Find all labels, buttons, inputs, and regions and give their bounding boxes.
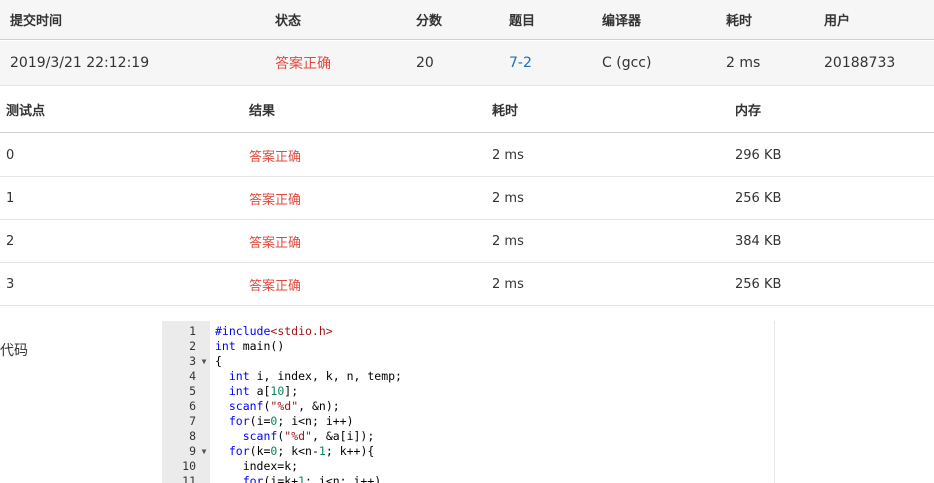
test-elapsed: 2 ms	[492, 276, 524, 292]
test-memory: 256 KB	[735, 190, 782, 206]
submission-summary-row: 2019/3/21 22:12:19 答案正确 20 7-2 C (gcc) 2…	[0, 41, 934, 86]
test-elapsed: 2 ms	[492, 147, 524, 163]
table-row: 2 答案正确 2 ms 384 KB	[0, 220, 934, 263]
line-number: 5	[189, 384, 196, 398]
code-line: 3 ▼ {	[162, 354, 774, 369]
line-number: 7	[189, 414, 196, 428]
code-text: for(i=0; i<n; i++)	[228, 414, 354, 428]
score-value: 20	[416, 55, 434, 71]
header-elapsed: 耗时	[726, 14, 753, 29]
header-user: 用户	[824, 14, 851, 29]
line-number: 6	[189, 399, 196, 413]
line-number: 9	[189, 444, 196, 458]
code-text: int i, index, k, n, temp;	[228, 369, 402, 383]
submit-time: 2019/3/21 22:12:19	[10, 55, 150, 71]
header-result: 结果	[249, 103, 276, 119]
line-number: 8	[189, 429, 196, 443]
fold-toggle-icon[interactable]: ▼	[200, 354, 208, 369]
test-point: 3	[6, 276, 15, 292]
header-submit-time: 提交时间	[10, 14, 63, 29]
header-problem: 题目	[509, 14, 536, 29]
header-score: 分数	[416, 14, 443, 29]
elapsed-value: 2 ms	[726, 55, 761, 71]
fold-toggle-icon[interactable]: ▼	[200, 444, 208, 459]
line-number: 4	[189, 369, 196, 383]
code-line: 7 for(i=0; i<n; i++)	[162, 414, 774, 429]
code-line: 10 index=k;	[162, 459, 774, 474]
test-elapsed: 2 ms	[492, 190, 524, 206]
code-line: 8 scanf("%d", &a[i]);	[162, 429, 774, 444]
code-text: scanf("%d", &n);	[228, 399, 340, 413]
code-text: int main()	[215, 339, 285, 353]
line-number: 10	[182, 459, 196, 473]
code-viewer[interactable]: 1 #include<stdio.h> 2 int main() 3 ▼ {4 int i,…	[162, 321, 775, 483]
code-line: 6 scanf("%d", &n);	[162, 399, 774, 414]
header-memory: 内存	[735, 103, 762, 119]
code-line: 11 for(i=k+1; i<n; i++)	[162, 474, 774, 483]
header-case-elapsed: 耗时	[492, 103, 519, 119]
code-text: for(i=k+1; i<n; i++)	[242, 474, 382, 483]
test-result: 答案正确	[249, 149, 302, 165]
problem-link[interactable]: 7-2	[509, 41, 532, 85]
code-text: scanf("%d", &a[i]);	[242, 429, 375, 443]
test-point: 1	[6, 190, 15, 206]
table-row: 1 答案正确 2 ms 256 KB	[0, 177, 934, 220]
user-value: 20188733	[824, 55, 896, 71]
code-text: {	[215, 354, 222, 368]
table-row: 0 答案正确 2 ms 296 KB	[0, 134, 934, 177]
test-result: 答案正确	[249, 278, 302, 294]
compiler-value: C (gcc)	[602, 55, 652, 71]
code-line: 5 int a[10];	[162, 384, 774, 399]
code-line: 1 #include<stdio.h>	[162, 324, 774, 339]
code-line: 4 int i, index, k, n, temp;	[162, 369, 774, 384]
line-number: 11	[182, 474, 196, 483]
header-compiler: 编译器	[602, 14, 642, 29]
code-text: int a[10];	[228, 384, 299, 398]
header-test-point: 测试点	[6, 103, 46, 119]
line-number: 2	[189, 339, 196, 353]
line-number: 1	[189, 324, 196, 338]
code-line: 9 ▼ for(k=0; k<n-1; k++){	[162, 444, 774, 459]
code-text: for(k=0; k<n-1; k++){	[228, 444, 375, 458]
test-elapsed: 2 ms	[492, 233, 524, 249]
test-result: 答案正确	[249, 192, 302, 208]
test-cases-header: 测试点 结果 耗时 内存	[0, 86, 934, 133]
test-memory: 296 KB	[735, 147, 782, 163]
code-text: #include<stdio.h>	[215, 324, 333, 338]
table-row: 3 答案正确 2 ms 256 KB	[0, 263, 934, 306]
code-line: 2 int main()	[162, 339, 774, 354]
code-label: 代码	[0, 343, 28, 359]
test-memory: 384 KB	[735, 233, 782, 249]
test-result: 答案正确	[249, 235, 302, 251]
submission-summary-header: 提交时间 状态 分数 题目 编译器 耗时 用户	[0, 0, 934, 40]
line-number: 3	[189, 354, 196, 368]
test-point: 0	[6, 147, 15, 163]
test-point: 2	[6, 233, 15, 249]
status-badge: 答案正确	[275, 56, 331, 72]
header-status: 状态	[275, 14, 302, 29]
test-memory: 256 KB	[735, 276, 782, 292]
code-text: index=k;	[215, 459, 299, 473]
